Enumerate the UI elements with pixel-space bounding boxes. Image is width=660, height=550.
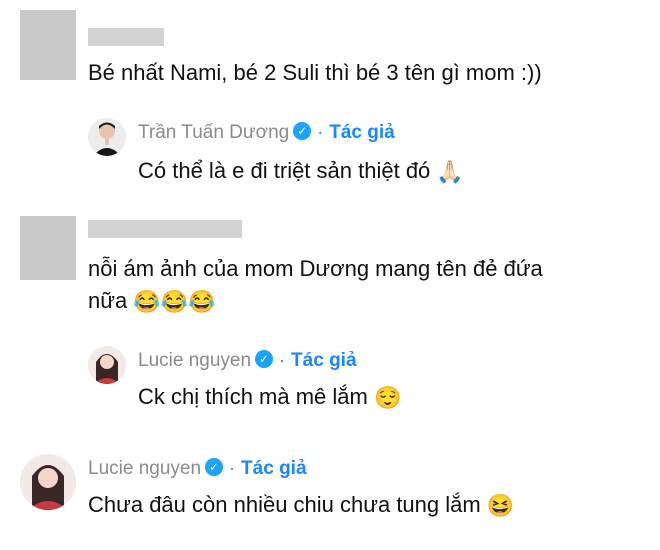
verified-check-icon: ✓ bbox=[205, 457, 224, 476]
reply-author-name[interactable]: Lucie nguyen bbox=[138, 350, 251, 371]
blurred-avatar bbox=[20, 216, 76, 280]
separator-dot: · bbox=[229, 458, 236, 478]
comment-text: Bé nhất Nami, bé 2 Suli thì bé 3 tên gì … bbox=[88, 60, 542, 85]
separator-dot: · bbox=[279, 350, 286, 370]
grinning-squint-emoji: 😆 bbox=[486, 493, 515, 519]
author-row: Lucie nguyen ✓ · Tác giả bbox=[88, 457, 307, 480]
avatar[interactable] bbox=[20, 454, 76, 510]
folded-hands-emoji: 🙏🏻 bbox=[436, 159, 464, 185]
blurred-avatar bbox=[20, 10, 76, 80]
author-name[interactable]: Lucie nguyen bbox=[88, 458, 201, 479]
reply-author-row: Trần Tuấn Dương ✓ · Tác giả bbox=[138, 121, 395, 144]
comment-text: Chưa đâu còn nhiều chiu chưa tung lắm 😆 bbox=[88, 488, 514, 523]
avatar[interactable] bbox=[88, 346, 126, 384]
author-label: Tác giả bbox=[241, 458, 307, 479]
blurred-username bbox=[88, 220, 242, 238]
author-label: Tác giả bbox=[329, 122, 395, 143]
avatar[interactable] bbox=[88, 118, 126, 156]
author-label: Tác giả bbox=[291, 350, 357, 371]
reply-author-name[interactable]: Trần Tuấn Dương bbox=[138, 122, 289, 143]
comment-text-line2: nữa 😂😂😂 bbox=[88, 284, 216, 319]
verified-check-icon: ✓ bbox=[293, 121, 312, 140]
reply-text: Ck chị thích mà mê lắm 😌 bbox=[138, 380, 401, 415]
comment-text: nỗi ám ảnh của mom Dương mang tên đẻ đứa bbox=[88, 256, 543, 281]
blurred-username bbox=[88, 28, 164, 46]
reply-text: Có thể là e đi triệt sản thiệt đó 🙏🏻 bbox=[138, 154, 464, 189]
relieved-emoji: 😌 bbox=[373, 385, 402, 411]
verified-check-icon: ✓ bbox=[255, 349, 274, 368]
reply-author-row: Lucie nguyen ✓ · Tác giả bbox=[138, 349, 357, 372]
laughing-emoji: 😂😂😂 bbox=[133, 289, 216, 315]
separator-dot: · bbox=[317, 122, 324, 142]
